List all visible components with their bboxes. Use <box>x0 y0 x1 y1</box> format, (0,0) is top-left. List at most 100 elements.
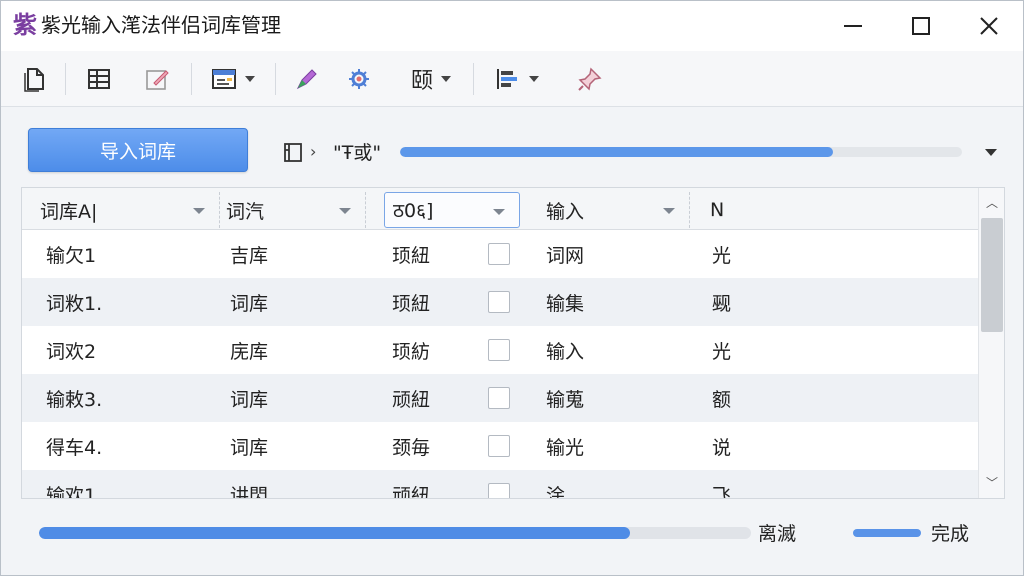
dictionary-table: 词库A| 词汽 ठ0६] 输入 Ν 输欠1 吉库 顼紐 词网 光 词敉1. 词库… <box>21 187 1005 499</box>
table-icon <box>88 69 110 89</box>
column-header-label: ठ0६] <box>393 200 434 222</box>
toolbar-separator <box>473 63 474 95</box>
edit-button[interactable] <box>141 61 173 97</box>
table-cell: 光 <box>712 244 732 267</box>
status-text: 离滅 <box>758 523 797 545</box>
table-cell: 输蒐 <box>546 388 585 411</box>
table-cell: 额 <box>712 388 732 411</box>
maximize-button[interactable] <box>887 1 955 51</box>
edit-icon <box>146 70 169 90</box>
table-cell: 词库 <box>230 388 269 411</box>
column-header-2[interactable]: 词汽 <box>218 192 366 228</box>
new-file-button[interactable] <box>19 61 51 97</box>
table-cell: 庑库 <box>230 340 269 363</box>
close-button[interactable] <box>955 1 1023 51</box>
align-dropdown-button[interactable] <box>487 61 545 97</box>
column-header-label: 输入 <box>546 200 585 223</box>
pen-button[interactable] <box>291 61 323 97</box>
column-header-4[interactable]: 输入 <box>538 192 690 228</box>
import-dictionary-button[interactable]: 导入词库 <box>28 128 248 172</box>
format-dropdown-button[interactable]: 颐 <box>401 61 461 97</box>
table-cell: 吉库 <box>230 244 269 267</box>
status-progress-bar <box>39 527 751 539</box>
title-bar[interactable]: 紫 紫光输入滗法伴侣词库管理 <box>1 1 1023 51</box>
row-checkbox[interactable] <box>488 339 510 361</box>
table-cell: 顼紡 <box>392 340 431 363</box>
table-cell: 词欢2 <box>46 340 97 363</box>
toolbar-separator <box>191 63 192 95</box>
table-view-button[interactable] <box>83 61 115 97</box>
settings-button[interactable] <box>341 61 377 97</box>
table-cell: 词库 <box>230 292 269 315</box>
chevron-down-icon <box>663 208 675 214</box>
row-checkbox[interactable] <box>488 483 510 498</box>
table-cell: 顽紐 <box>392 484 431 499</box>
row-checkbox[interactable] <box>488 435 510 457</box>
table-cell: 飞 <box>712 484 732 499</box>
table-cell: 词库 <box>230 436 269 459</box>
new-file-icon <box>24 68 44 92</box>
format-label: 颐 <box>410 69 433 94</box>
toolbar-separator <box>275 63 276 95</box>
table-cell: 光 <box>712 340 732 363</box>
toolbar-separator <box>65 63 66 95</box>
column-header-label: 词汽 <box>226 200 265 223</box>
table-cell: 输光 <box>546 436 585 459</box>
table-cell: 输集 <box>546 292 585 315</box>
table-row[interactable]: 词欢2 庑库 顼紡 输入 光 <box>22 326 978 374</box>
table-row[interactable]: 输欢1 讲閃 顽紐 涂 飞 <box>22 470 978 499</box>
pin-button[interactable] <box>573 61 607 97</box>
table-cell: 得车4. <box>46 436 103 459</box>
status-progress-fill <box>39 527 630 539</box>
column-header-1[interactable]: 词库A| <box>32 192 220 228</box>
table-cell: 输欠1 <box>46 244 97 267</box>
breadcrumb-chevron-icon: › <box>310 142 317 161</box>
app-window: 紫 紫光输入滗法伴侣词库管理 颐 导入词库 › "Ŧ或" 词库A| 词汽 ठ0६… <box>0 0 1024 576</box>
table-cell: 顼紐 <box>392 244 431 267</box>
column-header-5[interactable]: Ν <box>702 192 972 228</box>
table-row[interactable]: 输欠1 吉库 顼紐 词网 光 <box>22 230 978 278</box>
table-cell: 觋 <box>712 292 732 315</box>
app-logo-icon: 紫 <box>13 11 37 39</box>
table-cell: 词网 <box>546 244 585 267</box>
table-cell: 说 <box>712 436 732 459</box>
table-cell: 词敉1. <box>46 292 103 315</box>
minimize-button[interactable] <box>819 1 887 51</box>
status-complete-text: 完成 <box>931 523 970 545</box>
table-cell: 输欢1 <box>46 484 97 499</box>
folder-icon <box>284 143 302 162</box>
scrollbar-thumb[interactable] <box>981 218 1003 332</box>
table-cell: 顼紐 <box>392 292 431 315</box>
chevron-down-icon <box>339 208 351 214</box>
table-cell: 顽紐 <box>392 388 431 411</box>
chevron-down-icon <box>245 76 255 82</box>
chevron-down-icon <box>193 208 205 214</box>
align-icon <box>497 69 517 89</box>
table-row[interactable]: 得车4. 词库 颈毎 输光 说 <box>22 422 978 470</box>
table-row[interactable]: 词敉1. 词库 顼紐 输集 觋 <box>22 278 978 326</box>
column-header-label: 词库A| <box>40 200 98 223</box>
chevron-down-icon <box>441 76 451 82</box>
column-header-label: Ν <box>710 199 725 221</box>
chevron-down-icon <box>529 76 539 82</box>
table-cell: 涂 <box>546 484 566 499</box>
maximize-icon <box>912 17 930 35</box>
column-header-3[interactable]: ठ0६] <box>384 192 520 228</box>
status-bar: 离滅 完成 <box>21 507 1005 559</box>
import-progress-fill <box>400 147 833 157</box>
breadcrumb-path[interactable]: "Ŧ或" <box>333 141 381 165</box>
vertical-scrollbar[interactable]: ︿ ﹀ <box>978 188 1004 498</box>
layout-dropdown-button[interactable] <box>205 61 261 97</box>
scroll-up-icon[interactable]: ︿ <box>985 196 999 210</box>
scroll-down-icon[interactable]: ﹀ <box>985 476 999 490</box>
table-row[interactable]: 输敕3. 词库 顽紐 输蒐 额 <box>22 374 978 422</box>
table-cell: 输入 <box>546 340 585 363</box>
window-title: 紫光输入滗法伴侣词库管理 <box>41 13 281 37</box>
minimize-icon <box>844 25 862 27</box>
row-checkbox[interactable] <box>488 291 510 313</box>
table-cell: 讲閃 <box>230 484 269 499</box>
import-progress-bar <box>400 147 962 157</box>
row-checkbox[interactable] <box>488 243 510 265</box>
row-checkbox[interactable] <box>488 387 510 409</box>
path-dropdown-icon[interactable] <box>985 149 997 156</box>
